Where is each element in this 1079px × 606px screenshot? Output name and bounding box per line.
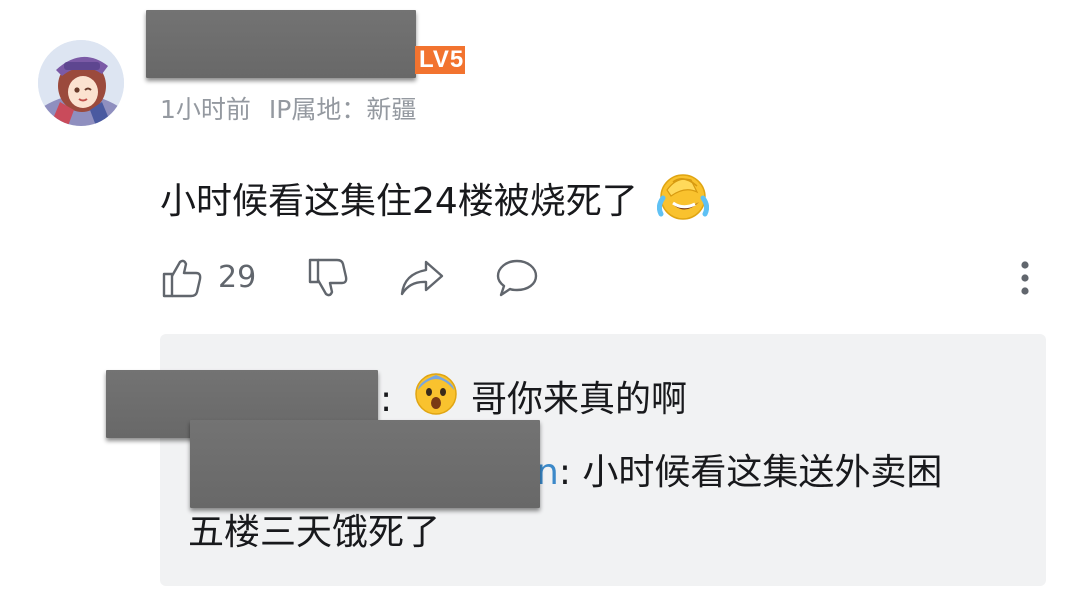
avatar-image [38, 40, 124, 126]
share-button[interactable] [398, 256, 446, 300]
reply-item-2-line-1[interactable]: n: 小时候看这集送外卖困 [536, 448, 942, 498]
redacted-username [146, 10, 416, 78]
reply-text: : 小时候看这集送外卖困 [558, 452, 943, 493]
avatar[interactable] [38, 40, 124, 126]
like-button[interactable] [160, 256, 204, 300]
thumbs-up-icon [162, 259, 202, 298]
more-options-button[interactable] [1010, 258, 1040, 298]
comment-time: 1小时前 [160, 95, 251, 124]
reply-item-2-line-2[interactable]: 五楼三天饿死了 [188, 508, 440, 558]
comment-bubble-icon [496, 259, 538, 297]
reply-separator: : [380, 379, 393, 420]
reply-text: 哥你来真的啊 [471, 379, 688, 420]
reply-text-continued: 五楼三天饿死了 [188, 512, 441, 553]
thumbs-down-icon [308, 258, 348, 297]
redacted-reply-username-2 [190, 420, 540, 508]
ip-location: IP属地：新疆 [268, 95, 417, 124]
comment-meta: 1小时前 IP属地：新疆 [160, 92, 416, 128]
crying-laughing-emoji [657, 170, 710, 236]
like-count: 29 [218, 260, 257, 295]
dislike-button[interactable] [306, 256, 350, 300]
comment-body: 小时候看这集住24楼被烧死了 [160, 170, 710, 236]
share-icon [400, 260, 444, 296]
level-badge-text: LV5 [419, 46, 465, 73]
more-vertical-icon [1021, 261, 1029, 295]
level-badge: LV5 [415, 46, 465, 74]
comment-text: 小时候看这集住24楼被烧死了 [160, 181, 638, 222]
reply-button[interactable] [494, 256, 540, 300]
